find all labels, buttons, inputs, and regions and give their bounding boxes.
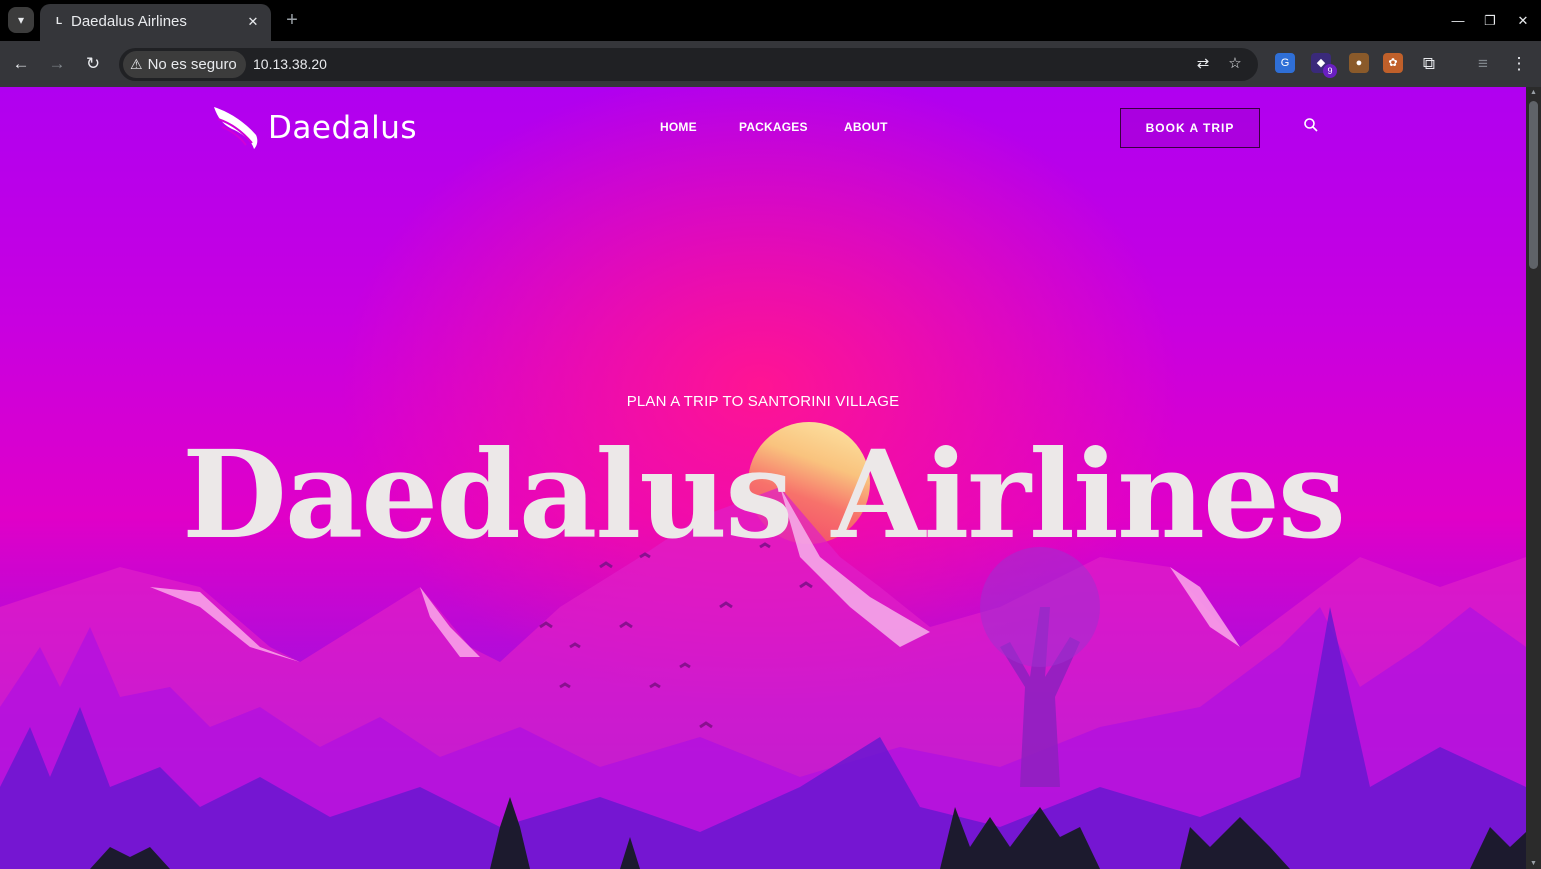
extensions-puzzle-icon[interactable]: ⧉ [1417,52,1441,76]
minimize-icon[interactable]: — [1447,10,1469,32]
bookmark-star-icon[interactable]: ☆ [1224,53,1246,75]
hero-eyebrow: PLAN A TRIP TO SANTORINI VILLAGE [626,393,900,410]
security-label: No es seguro [147,56,237,73]
extension-icon[interactable]: ◆ 9 [1311,53,1337,78]
tab-search-button[interactable]: ▾ [8,7,34,33]
scroll-up-icon[interactable]: ▲ [1529,89,1538,96]
browser-toolbar: ← → ↻ ⚠ No es seguro 10.13.38.20 ⇄ ☆ G ◆… [0,41,1541,87]
profile-icon[interactable]: ≡ [1471,52,1495,76]
book-a-trip-button[interactable]: BOOK A TRIP [1120,108,1260,148]
security-chip[interactable]: ⚠ No es seguro [123,51,246,78]
nav-about[interactable]: ABOUT [844,120,888,134]
window-close-icon[interactable]: ✕ [1512,10,1534,32]
scroll-thumb[interactable] [1529,101,1538,269]
tab-title: Daedalus Airlines [71,13,187,30]
page-scrollbar[interactable]: ▲ ▼ [1526,87,1541,869]
browser-window: ▾ L Daedalus Airlines ✕ + — ❐ ✕ ← → ↻ ⚠ … [0,0,1541,869]
back-icon[interactable]: ← [9,52,33,76]
google-translate-extension-icon[interactable]: G [1275,53,1295,73]
nav-packages[interactable]: PACKAGES [739,120,808,134]
scroll-down-icon[interactable]: ▼ [1529,860,1538,867]
reload-icon[interactable]: ↻ [81,52,105,76]
extension-badge: 9 [1323,64,1337,78]
tab-strip: ▾ L Daedalus Airlines ✕ + — ❐ ✕ [0,0,1541,41]
tab-close-icon[interactable]: ✕ [243,12,263,32]
address-bar[interactable]: ⚠ No es seguro 10.13.38.20 ⇄ ☆ [119,48,1258,81]
new-tab-button[interactable]: + [281,9,303,31]
site-logo[interactable]: Daedalus [212,105,417,151]
forward-icon[interactable]: → [45,52,69,76]
web-page: Daedalus HOME PACKAGES ABOUT BOOK A TRIP… [0,87,1526,869]
cookie-icon[interactable]: ✿ [1383,53,1403,73]
restore-icon[interactable]: ❐ [1479,10,1501,32]
cookie-editor-icon[interactable]: ● [1349,53,1369,73]
tab-favicon: L [55,16,63,27]
menu-icon[interactable]: ⋮ [1507,52,1531,76]
nav-home[interactable]: HOME [660,120,697,134]
hero-title: Daedalus Airlines [181,423,1346,566]
browser-tab[interactable]: L Daedalus Airlines ✕ [40,4,271,41]
logo-text: Daedalus [268,110,418,146]
url-text[interactable]: 10.13.38.20 [253,56,327,72]
translate-icon[interactable]: ⇄ [1192,53,1214,75]
wing-logo-icon [214,107,258,149]
search-icon[interactable] [1303,117,1319,133]
warning-icon: ⚠ [130,56,143,72]
